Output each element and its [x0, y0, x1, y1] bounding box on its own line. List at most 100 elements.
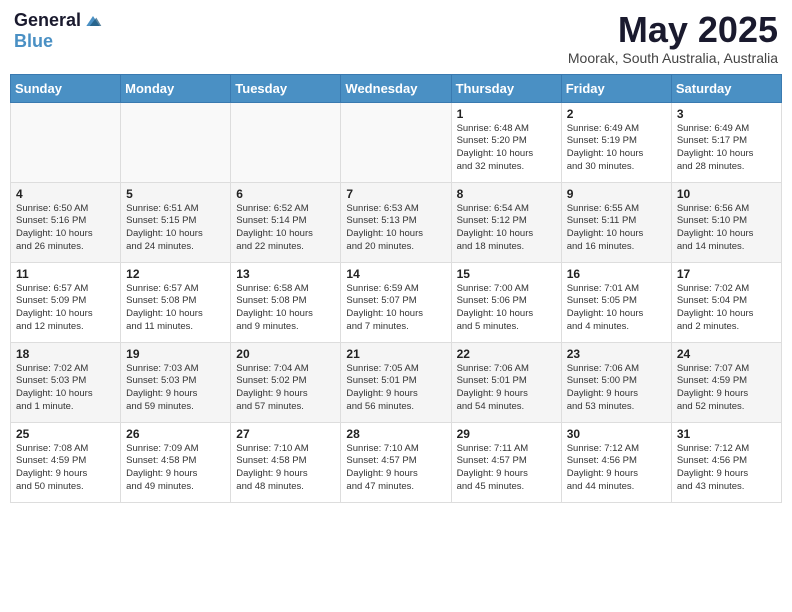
calendar-cell: 9 Sunrise: 6:55 AMSunset: 5:11 PMDaylight… — [561, 182, 671, 262]
day-number: 8 — [457, 187, 556, 201]
calendar-week-1: 1 Sunrise: 6:48 AMSunset: 5:20 PMDaylight… — [11, 102, 782, 182]
calendar-header-monday: Monday — [121, 74, 231, 102]
day-number: 31 — [677, 427, 776, 441]
calendar-cell: 3 Sunrise: 6:49 AMSunset: 5:17 PMDaylight… — [671, 102, 781, 182]
day-number: 14 — [346, 267, 445, 281]
day-info: Sunrise: 6:51 AMSunset: 5:15 PMDaylight:… — [126, 203, 225, 254]
day-info: Sunrise: 6:49 AMSunset: 5:19 PMDaylight:… — [567, 123, 666, 174]
calendar-cell: 23 Sunrise: 7:06 AMSunset: 5:00 PMDayligh… — [561, 342, 671, 422]
calendar-cell: 27 Sunrise: 7:10 AMSunset: 4:58 PMDayligh… — [231, 422, 341, 502]
day-number: 6 — [236, 187, 335, 201]
calendar-cell: 24 Sunrise: 7:07 AMSunset: 4:59 PMDayligh… — [671, 342, 781, 422]
day-info: Sunrise: 6:59 AMSunset: 5:07 PMDaylight:… — [346, 283, 445, 334]
day-number: 2 — [567, 107, 666, 121]
calendar-cell — [231, 102, 341, 182]
calendar-cell: 4 Sunrise: 6:50 AMSunset: 5:16 PMDaylight… — [11, 182, 121, 262]
calendar-cell: 15Sunrise: 7:00 AMSunset: 5:06 PMDayligh… — [451, 262, 561, 342]
day-info: Sunrise: 7:06 AMSunset: 5:00 PMDaylight:… — [567, 363, 666, 414]
calendar-cell: 29 Sunrise: 7:11 AMSunset: 4:57 PMDayligh… — [451, 422, 561, 502]
calendar-week-5: 25 Sunrise: 7:08 AMSunset: 4:59 PMDayligh… — [11, 422, 782, 502]
calendar-cell: 8 Sunrise: 6:54 AMSunset: 5:12 PMDaylight… — [451, 182, 561, 262]
calendar-cell: 31 Sunrise: 7:12 AMSunset: 4:56 PMDayligh… — [671, 422, 781, 502]
calendar-header-tuesday: Tuesday — [231, 74, 341, 102]
title-area: May 2025 Moorak, South Australia, Austra… — [568, 10, 778, 66]
day-number: 15 — [457, 267, 556, 281]
calendar-header-friday: Friday — [561, 74, 671, 102]
calendar-cell — [121, 102, 231, 182]
location: Moorak, South Australia, Australia — [568, 50, 778, 66]
day-number: 23 — [567, 347, 666, 361]
day-info: Sunrise: 6:57 AMSunset: 5:09 PMDaylight:… — [16, 283, 115, 334]
calendar-cell: 26 Sunrise: 7:09 AMSunset: 4:58 PMDayligh… — [121, 422, 231, 502]
day-info: Sunrise: 7:09 AMSunset: 4:58 PMDaylight:… — [126, 443, 225, 494]
day-info: Sunrise: 7:02 AMSunset: 5:03 PMDaylight:… — [16, 363, 115, 414]
day-info: Sunrise: 6:56 AMSunset: 5:10 PMDaylight:… — [677, 203, 776, 254]
day-number: 3 — [677, 107, 776, 121]
day-number: 26 — [126, 427, 225, 441]
day-number: 17 — [677, 267, 776, 281]
day-info: Sunrise: 6:52 AMSunset: 5:14 PMDaylight:… — [236, 203, 335, 254]
day-info: Sunrise: 6:54 AMSunset: 5:12 PMDaylight:… — [457, 203, 556, 254]
day-number: 28 — [346, 427, 445, 441]
calendar-cell: 28 Sunrise: 7:10 AMSunset: 4:57 PMDayligh… — [341, 422, 451, 502]
calendar-header-row: SundayMondayTuesdayWednesdayThursdayFrid… — [11, 74, 782, 102]
day-info: Sunrise: 6:57 AMSunset: 5:08 PMDaylight:… — [126, 283, 225, 334]
day-number: 21 — [346, 347, 445, 361]
calendar-cell: 14 Sunrise: 6:59 AMSunset: 5:07 PMDayligh… — [341, 262, 451, 342]
day-info: Sunrise: 7:01 AMSunset: 5:05 PMDaylight:… — [567, 283, 666, 334]
calendar-header-thursday: Thursday — [451, 74, 561, 102]
calendar-cell: 16Sunrise: 7:01 AMSunset: 5:05 PMDayligh… — [561, 262, 671, 342]
day-info: Sunrise: 7:02 AMSunset: 5:04 PMDaylight:… — [677, 283, 776, 334]
calendar-header-sunday: Sunday — [11, 74, 121, 102]
day-number: 5 — [126, 187, 225, 201]
day-number: 7 — [346, 187, 445, 201]
day-info: Sunrise: 7:05 AMSunset: 5:01 PMDaylight:… — [346, 363, 445, 414]
day-info: Sunrise: 7:11 AMSunset: 4:57 PMDaylight:… — [457, 443, 556, 494]
day-number: 29 — [457, 427, 556, 441]
calendar-cell: 17 Sunrise: 7:02 AMSunset: 5:04 PMDayligh… — [671, 262, 781, 342]
calendar-cell — [341, 102, 451, 182]
day-number: 4 — [16, 187, 115, 201]
calendar-cell: 13Sunrise: 6:58 AMSunset: 5:08 PMDayligh… — [231, 262, 341, 342]
day-info: Sunrise: 7:07 AMSunset: 4:59 PMDaylight:… — [677, 363, 776, 414]
calendar-week-3: 11Sunrise: 6:57 AMSunset: 5:09 PMDayligh… — [11, 262, 782, 342]
day-info: Sunrise: 6:50 AMSunset: 5:16 PMDaylight:… — [16, 203, 115, 254]
day-info: Sunrise: 6:49 AMSunset: 5:17 PMDaylight:… — [677, 123, 776, 174]
day-number: 13 — [236, 267, 335, 281]
day-info: Sunrise: 7:12 AMSunset: 4:56 PMDaylight:… — [677, 443, 776, 494]
calendar-cell: 7Sunrise: 6:53 AMSunset: 5:13 PMDaylight… — [341, 182, 451, 262]
day-info: Sunrise: 6:55 AMSunset: 5:11 PMDaylight:… — [567, 203, 666, 254]
day-number: 9 — [567, 187, 666, 201]
day-info: Sunrise: 6:48 AMSunset: 5:20 PMDaylight:… — [457, 123, 556, 174]
logo-icon — [83, 11, 103, 31]
calendar-cell: 18 Sunrise: 7:02 AMSunset: 5:03 PMDayligh… — [11, 342, 121, 422]
calendar-cell: 11Sunrise: 6:57 AMSunset: 5:09 PMDayligh… — [11, 262, 121, 342]
day-number: 19 — [126, 347, 225, 361]
day-info: Sunrise: 7:10 AMSunset: 4:58 PMDaylight:… — [236, 443, 335, 494]
day-number: 25 — [16, 427, 115, 441]
calendar-cell: 25 Sunrise: 7:08 AMSunset: 4:59 PMDayligh… — [11, 422, 121, 502]
page-header: General Blue May 2025 Moorak, South Aust… — [10, 10, 782, 66]
day-number: 24 — [677, 347, 776, 361]
day-info: Sunrise: 7:12 AMSunset: 4:56 PMDaylight:… — [567, 443, 666, 494]
day-number: 1 — [457, 107, 556, 121]
day-info: Sunrise: 7:06 AMSunset: 5:01 PMDaylight:… — [457, 363, 556, 414]
day-number: 27 — [236, 427, 335, 441]
calendar-week-4: 18 Sunrise: 7:02 AMSunset: 5:03 PMDayligh… — [11, 342, 782, 422]
day-info: Sunrise: 7:10 AMSunset: 4:57 PMDaylight:… — [346, 443, 445, 494]
day-info: Sunrise: 7:08 AMSunset: 4:59 PMDaylight:… — [16, 443, 115, 494]
calendar-cell: 10Sunrise: 6:56 AMSunset: 5:10 PMDayligh… — [671, 182, 781, 262]
day-info: Sunrise: 7:04 AMSunset: 5:02 PMDaylight:… — [236, 363, 335, 414]
calendar-cell: 6 Sunrise: 6:52 AMSunset: 5:14 PMDaylight… — [231, 182, 341, 262]
day-info: Sunrise: 7:03 AMSunset: 5:03 PMDaylight:… — [126, 363, 225, 414]
month-title: May 2025 — [568, 10, 778, 50]
calendar-week-2: 4 Sunrise: 6:50 AMSunset: 5:16 PMDaylight… — [11, 182, 782, 262]
day-number: 30 — [567, 427, 666, 441]
calendar-cell: 30 Sunrise: 7:12 AMSunset: 4:56 PMDayligh… — [561, 422, 671, 502]
calendar-cell: 12Sunrise: 6:57 AMSunset: 5:08 PMDayligh… — [121, 262, 231, 342]
day-number: 18 — [16, 347, 115, 361]
calendar-cell: 1 Sunrise: 6:48 AMSunset: 5:20 PMDaylight… — [451, 102, 561, 182]
day-number: 20 — [236, 347, 335, 361]
logo-general-text: General — [14, 10, 81, 31]
calendar-cell: 19 Sunrise: 7:03 AMSunset: 5:03 PMDayligh… — [121, 342, 231, 422]
